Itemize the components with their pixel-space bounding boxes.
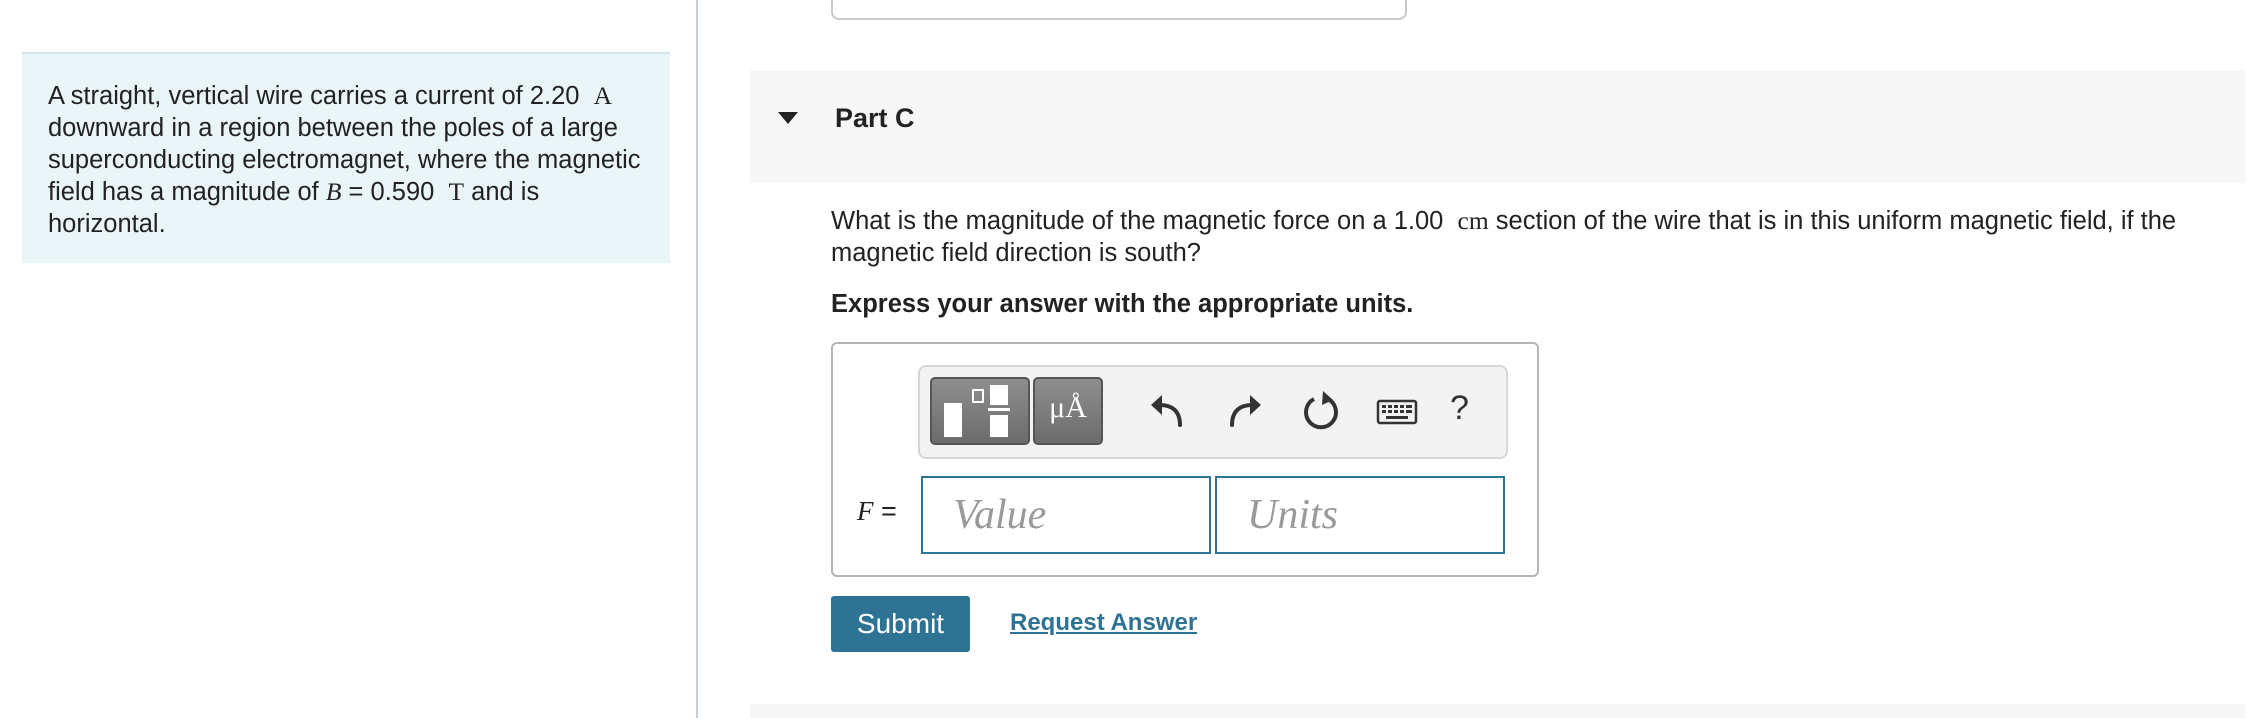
units-input[interactable]: [1215, 476, 1505, 554]
reset-icon[interactable]: [1292, 381, 1350, 441]
b-value: = 0.590: [348, 178, 435, 206]
part-title: Part C: [835, 103, 915, 133]
part-c-header[interactable]: Part C: [750, 70, 2245, 183]
b-symbol: B: [325, 177, 342, 206]
question-text-1: What is the magnitude of the magnetic fo…: [831, 207, 1444, 235]
templates-button[interactable]: [930, 377, 1030, 445]
value-input[interactable]: [921, 476, 1211, 554]
help-icon[interactable]: ?: [1450, 389, 1469, 428]
current-unit: A: [593, 81, 613, 110]
equals-sign: =: [881, 496, 897, 526]
previous-part-box: [831, 0, 1407, 20]
collapse-triangle-icon[interactable]: [778, 112, 798, 124]
panel-divider: [696, 0, 698, 718]
units-button[interactable]: μÅ: [1033, 377, 1103, 445]
units-icon: μÅ: [1049, 391, 1087, 424]
question-unit: cm: [1457, 206, 1489, 235]
b-unit: T: [448, 177, 465, 206]
keyboard-icon[interactable]: [1368, 381, 1426, 441]
undo-icon[interactable]: [1140, 381, 1198, 441]
next-part-header: [750, 704, 2245, 718]
math-toolbar: μÅ ?: [918, 365, 1508, 459]
answer-variable: F: [857, 496, 874, 526]
problem-text-2: downward in a region between the poles o…: [48, 114, 641, 206]
problem-text: A straight, vertical wire carries a curr…: [48, 80, 648, 240]
answer-variable-label: F =: [857, 496, 897, 527]
problem-statement-panel: A straight, vertical wire carries a curr…: [22, 52, 670, 263]
request-answer-link[interactable]: Request Answer: [1010, 609, 1197, 637]
question-text: What is the magnitude of the magnetic fo…: [831, 205, 2231, 269]
redo-icon[interactable]: [1216, 381, 1274, 441]
submit-button[interactable]: Submit: [831, 596, 970, 652]
answer-box: μÅ ? F = Value Units: [831, 342, 1539, 577]
problem-text-1: A straight, vertical wire carries a curr…: [48, 82, 580, 110]
answer-instruction: Express your answer with the appropriate…: [831, 290, 1414, 318]
